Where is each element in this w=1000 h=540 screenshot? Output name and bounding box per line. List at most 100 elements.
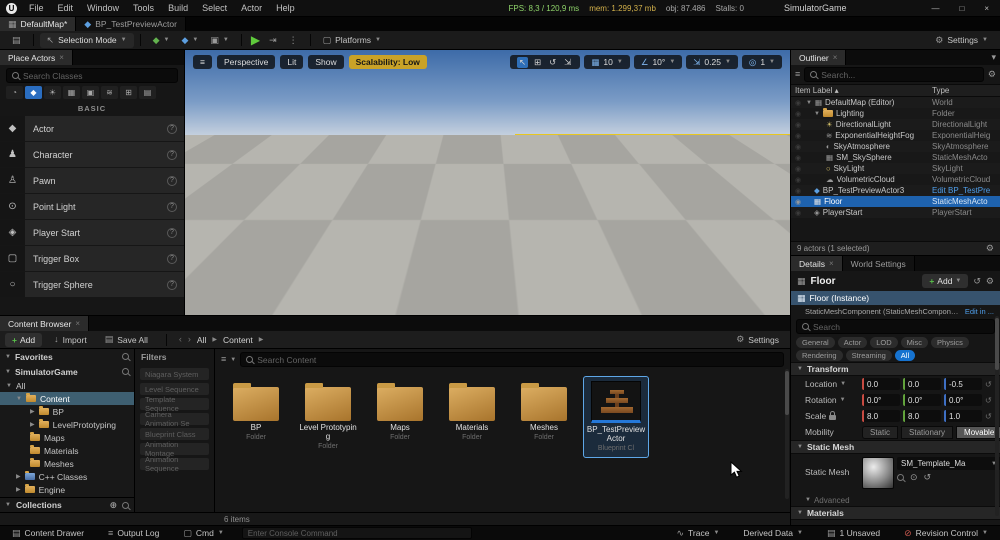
tree-item-bp[interactable]: ▶ BP [0, 405, 134, 418]
tab-world-settings[interactable]: World Settings [842, 256, 915, 271]
favorites-header[interactable]: ▼ Favorites [0, 349, 134, 364]
menu-actor[interactable]: Actor [239, 3, 264, 13]
play-options-button[interactable]: ⋮ [283, 33, 304, 48]
asset-search-box[interactable] [240, 352, 784, 367]
outliner-settings-icon[interactable]: ⚙ [988, 70, 996, 79]
tree-item-all[interactable]: ▼ All [0, 379, 134, 392]
console-command-input[interactable] [247, 528, 466, 538]
tree-item-materials[interactable]: Materials [0, 444, 134, 457]
tree-item-engine[interactable]: ▶ Engine [0, 483, 134, 496]
location-label[interactable]: Location ▼ [805, 379, 859, 389]
scale-label[interactable]: Scale [805, 411, 859, 421]
menu-build[interactable]: Build [166, 3, 190, 13]
derived-data-button[interactable]: Derived Data ▼ [737, 526, 809, 540]
transform-section-header[interactable]: ▼ Transform [791, 362, 1000, 376]
cb-add-button[interactable]: + Add [5, 332, 43, 347]
filter-camera-animation[interactable]: Camera Animation Se [140, 410, 209, 428]
revision-control-button[interactable]: ⊘ Revision Control ▼ [898, 526, 994, 540]
outliner-row[interactable]: ◉ ◐ SkyAtmosphere SkyAtmosphere [791, 141, 1000, 152]
reset-mesh-icon[interactable]: ↺ [924, 473, 932, 482]
place-actor-item[interactable]: ◆ Actor ? [0, 116, 184, 142]
rotation-snap-control[interactable]: ∠ 10° ▼ [633, 55, 683, 69]
filter-actor[interactable]: Actor [837, 337, 868, 348]
outliner-row[interactable]: ◉ ◈ PlayerStart PlayerStart [791, 207, 1000, 218]
outliner-row[interactable]: ◉ ≋ ExponentialHeightFog ExponentialHeig [791, 130, 1000, 141]
outliner-search-input[interactable] [821, 69, 978, 80]
details-search[interactable] [796, 319, 995, 334]
outliner-row[interactable]: ◉ ◆ BP_TestPreviewActor3 Edit BP_TestPre [791, 185, 1000, 196]
tab-outliner[interactable]: Outliner × [791, 50, 847, 65]
expand-arrow-icon[interactable]: ▼ [814, 111, 820, 117]
place-actor-item[interactable]: ▢ Trigger Box ? [0, 246, 184, 272]
tab-content-browser[interactable]: Content Browser × [0, 316, 89, 331]
outliner-row[interactable]: ◉ ▼ Lighting Folder [791, 108, 1000, 119]
mobility-movable-button[interactable]: Movable [956, 425, 1000, 439]
category-geometry-icon[interactable]: ⊞ [120, 86, 137, 99]
filter-niagara-system[interactable]: Niagara System [140, 368, 209, 380]
save-button[interactable]: ▤ [6, 33, 27, 48]
mobility-static-button[interactable]: Static [862, 425, 899, 439]
visibility-eye-icon[interactable]: ◉ [795, 132, 803, 140]
content-drawer-button[interactable]: ▤ Content Drawer [6, 526, 90, 540]
filter-animation-sequence[interactable]: Animation Sequence [140, 455, 209, 473]
help-icon[interactable]: ? [167, 175, 177, 186]
lock-icon[interactable] [829, 411, 837, 420]
tree-item-maps[interactable]: Maps [0, 431, 134, 444]
select-tool-icon[interactable]: ↖ [516, 56, 528, 68]
place-actor-item[interactable]: ♙ Pawn ? [0, 168, 184, 194]
collections-bar[interactable]: ▼ Collections ⊕ [0, 497, 134, 512]
type-column[interactable]: Type [932, 86, 996, 95]
filter-icon[interactable]: ≡ [795, 70, 800, 79]
close-icon[interactable]: × [829, 259, 834, 268]
rotation-z-field[interactable] [944, 394, 982, 406]
trace-button[interactable]: ∿ Trace ▼ [670, 526, 725, 540]
search-icon[interactable] [122, 501, 129, 509]
component-tree-root[interactable]: ▦ Floor (Instance) [791, 291, 1000, 305]
details-search-input[interactable] [813, 321, 989, 332]
help-icon[interactable]: ? [167, 253, 177, 264]
tree-item-levelprototyping[interactable]: ▶ LevelPrototyping [0, 418, 134, 431]
assets-scrollbar-thumb[interactable] [785, 371, 789, 415]
settings-dropdown[interactable]: ⚙ Settings ▼ [929, 33, 994, 48]
platforms-dropdown[interactable]: ▢ Platforms ▼ [317, 33, 387, 48]
category-basic-icon[interactable]: ◆ [25, 86, 42, 99]
view-mode-dropdown[interactable]: Lit [280, 55, 304, 69]
search-classes-input[interactable] [23, 70, 172, 81]
category-volumes-icon[interactable]: ▤ [139, 86, 156, 99]
static-mesh-dropdown[interactable]: SM_Template_Ma ▼ [897, 457, 1000, 470]
reset-rotation-icon[interactable]: ↺ [985, 396, 992, 405]
grid-snap-control[interactable]: ▦ 10 ▼ [584, 55, 630, 69]
visibility-eye-icon[interactable]: ◉ [795, 176, 803, 184]
tab-bp-testpreviewactor[interactable]: ◆ BP_TestPreviewActor [76, 17, 186, 31]
location-x-field[interactable] [862, 378, 900, 390]
rotation-x-field[interactable] [862, 394, 900, 406]
outliner-row[interactable]: ◉ ▼ ▦ DefaultMap (Editor) World [791, 97, 1000, 108]
outliner-row[interactable]: ◉ ▦ SM_SkySphere StaticMeshActo [791, 152, 1000, 163]
expand-arrow-icon[interactable]: ▼ [806, 100, 812, 106]
editor-mode-dropdown[interactable]: ↖ Selection Mode ▼ [39, 32, 134, 48]
use-selected-icon[interactable]: ⊙ [910, 473, 918, 482]
filter-all[interactable]: All [894, 350, 916, 361]
tab-defaultmap[interactable]: ▦ DefaultMap* [0, 17, 77, 31]
rotate-tool-icon[interactable]: ↺ [547, 57, 558, 68]
save-all-button[interactable]: ▤ Save All [99, 332, 154, 347]
static-mesh-section-header[interactable]: ▼ Static Mesh [791, 440, 1000, 454]
scale-tool-icon[interactable]: ⇲ [562, 57, 573, 68]
outliner-footer-settings-icon[interactable]: ⚙ [986, 244, 994, 253]
filter-blueprint-class[interactable]: Blueprint Class [140, 428, 209, 440]
help-icon[interactable]: ? [167, 227, 177, 238]
search-content-input[interactable] [257, 354, 778, 365]
close-icon[interactable]: × [59, 53, 64, 62]
advanced-expander[interactable]: ▼ Advanced [791, 494, 1000, 506]
outliner-row-selected[interactable]: ◉ ▦ Floor StaticMeshActo [791, 196, 1000, 207]
back-icon[interactable]: ‹ [179, 335, 182, 344]
outliner-row[interactable]: ◉ ☁ VolumetricCloud VolumetricCloud [791, 174, 1000, 185]
close-icon[interactable]: × [75, 319, 80, 328]
minimize-button[interactable]: — [926, 4, 944, 13]
details-options-icon[interactable]: ⚙ [986, 276, 994, 286]
perspective-dropdown[interactable]: Perspective [216, 55, 276, 69]
browse-asset-icon[interactable] [897, 474, 904, 481]
filter-physics[interactable]: Physics [931, 337, 969, 348]
filter-icon[interactable]: ≡ [221, 355, 226, 364]
add-collection-icon[interactable]: ⊕ [109, 500, 117, 510]
